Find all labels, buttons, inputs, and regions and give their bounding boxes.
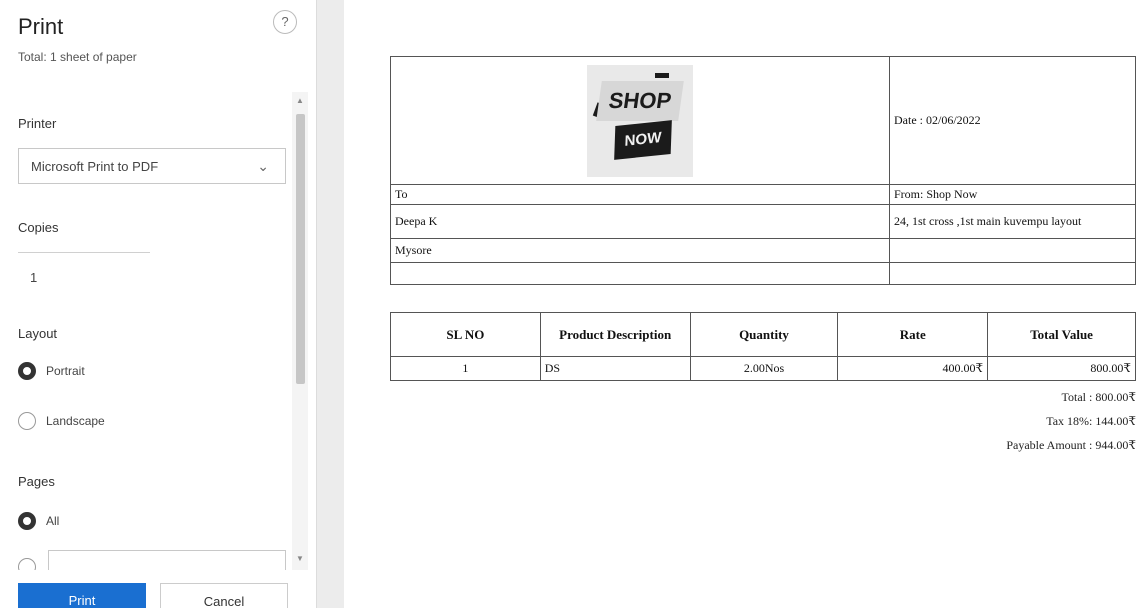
empty-cell: [889, 238, 1136, 263]
print-title: Print: [18, 14, 64, 39]
cell-quantity: 2.00Nos: [689, 356, 839, 381]
invoice-header-table: SHOP NOW Date : 02/06/2022 To From: Shop…: [390, 56, 1136, 285]
copies-divider: [18, 252, 150, 253]
print-settings-panel: Print ? Total: 1 sheet of paper Printer …: [0, 0, 316, 608]
scroll-down-icon[interactable]: ▼: [296, 554, 304, 563]
layout-label: Layout: [18, 326, 58, 341]
cell-sl-no: 1: [390, 356, 541, 381]
items-table: SL NO Product Description Quantity Rate …: [390, 312, 1136, 381]
logo-accent: [655, 72, 669, 78]
col-rate: Rate: [837, 312, 989, 357]
printer-select[interactable]: Microsoft Print to PDF ⌄: [18, 148, 286, 184]
landscape-radio[interactable]: [18, 412, 36, 430]
copies-input[interactable]: 1: [30, 270, 37, 285]
cell-rate: 400.00₹: [837, 356, 989, 381]
cancel-button[interactable]: Cancel: [160, 583, 288, 608]
to-label: To: [390, 184, 890, 205]
portrait-label: Portrait: [46, 364, 85, 378]
scroll-up-icon[interactable]: ▲: [296, 96, 304, 105]
copies-label: Copies: [18, 220, 59, 235]
pages-custom-radio[interactable]: [18, 558, 36, 570]
logo-cell: SHOP NOW: [390, 56, 890, 185]
empty-cell: [889, 262, 1136, 285]
col-sl-no: SL NO: [390, 312, 541, 357]
print-preview: SHOP NOW Date : 02/06/2022 To From: Shop…: [344, 0, 1136, 608]
landscape-label: Landscape: [46, 414, 105, 428]
print-button[interactable]: Print: [18, 583, 146, 608]
panel-divider: [316, 0, 344, 608]
cell-description: DS: [539, 356, 691, 381]
pages-all-label: All: [46, 514, 60, 528]
settings-scrollbar[interactable]: ▲ ▼: [292, 92, 308, 570]
col-total-value: Total Value: [987, 312, 1136, 357]
customer-city: Mysore: [390, 238, 890, 263]
payable-amount: Payable Amount : 944.00₹: [1006, 438, 1136, 452]
total-amount: Total : 800.00₹: [1061, 390, 1136, 404]
invoice-date: Date : 02/06/2022: [889, 56, 1136, 185]
table-row: 1 DS 2.00Nos 400.00₹ 800.00₹: [390, 356, 1136, 381]
pages-range-input[interactable]: [48, 550, 286, 570]
col-description: Product Description: [539, 312, 691, 357]
shop-address: 24, 1st cross ,1st main kuvempu layout: [889, 204, 1136, 239]
logo-text-top: SHOP: [596, 80, 684, 121]
from-label: From: Shop Now: [889, 184, 1136, 205]
pages-all-radio[interactable]: [18, 512, 36, 530]
printer-label: Printer: [18, 116, 57, 131]
help-icon[interactable]: ?: [273, 10, 297, 34]
customer-name: Deepa K: [390, 204, 890, 239]
pages-label: Pages: [18, 474, 55, 489]
tax-amount: Tax 18%: 144.00₹: [1046, 414, 1136, 428]
printer-value: Microsoft Print to PDF: [31, 159, 159, 174]
sheet-count: Total: 1 sheet of paper: [18, 50, 137, 64]
col-quantity: Quantity: [689, 312, 839, 357]
settings-scroll-area: Printer Microsoft Print to PDF ⌄ Copies …: [0, 92, 316, 570]
portrait-radio[interactable]: [18, 362, 36, 380]
items-header-row: SL NO Product Description Quantity Rate …: [390, 312, 1136, 357]
chevron-down-icon: ⌄: [257, 158, 269, 174]
empty-cell: [390, 262, 890, 285]
cell-total-value: 800.00₹: [987, 356, 1136, 381]
logo-text-bottom: NOW: [614, 119, 672, 160]
shop-now-logo: SHOP NOW: [587, 64, 693, 177]
scrollbar-thumb[interactable]: [296, 114, 305, 384]
